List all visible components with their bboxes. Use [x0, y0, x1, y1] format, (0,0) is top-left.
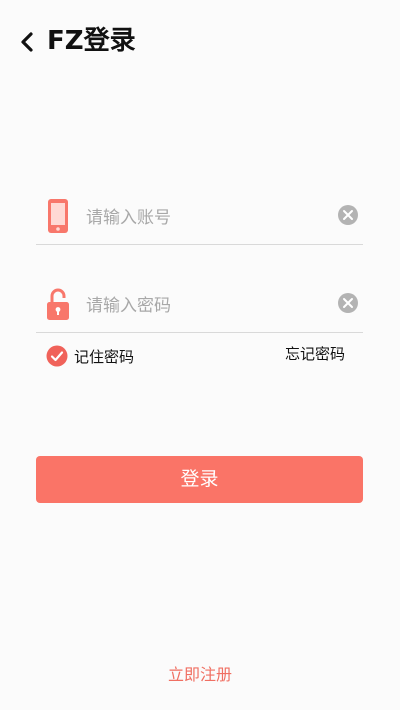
remember-password-checkbox[interactable]: 记住密码: [46, 343, 134, 369]
account-input[interactable]: [84, 202, 318, 234]
password-field: [36, 286, 363, 333]
password-input[interactable]: [84, 290, 318, 322]
phone-icon: [48, 199, 68, 233]
page-title: FZ登录: [47, 26, 136, 56]
clear-icon[interactable]: [337, 204, 359, 226]
clear-icon[interactable]: [337, 292, 359, 314]
unlock-icon: [47, 288, 69, 320]
login-button[interactable]: 登录: [36, 456, 363, 503]
header: FZ登录: [0, 20, 400, 64]
forgot-password-link[interactable]: 忘记密码: [285, 343, 345, 364]
check-circle-icon: [46, 345, 68, 367]
chevron-left-icon[interactable]: [16, 30, 38, 54]
register-link[interactable]: 立即注册: [0, 661, 400, 685]
account-field: [36, 198, 363, 245]
remember-password-label: 记住密码: [74, 347, 135, 366]
